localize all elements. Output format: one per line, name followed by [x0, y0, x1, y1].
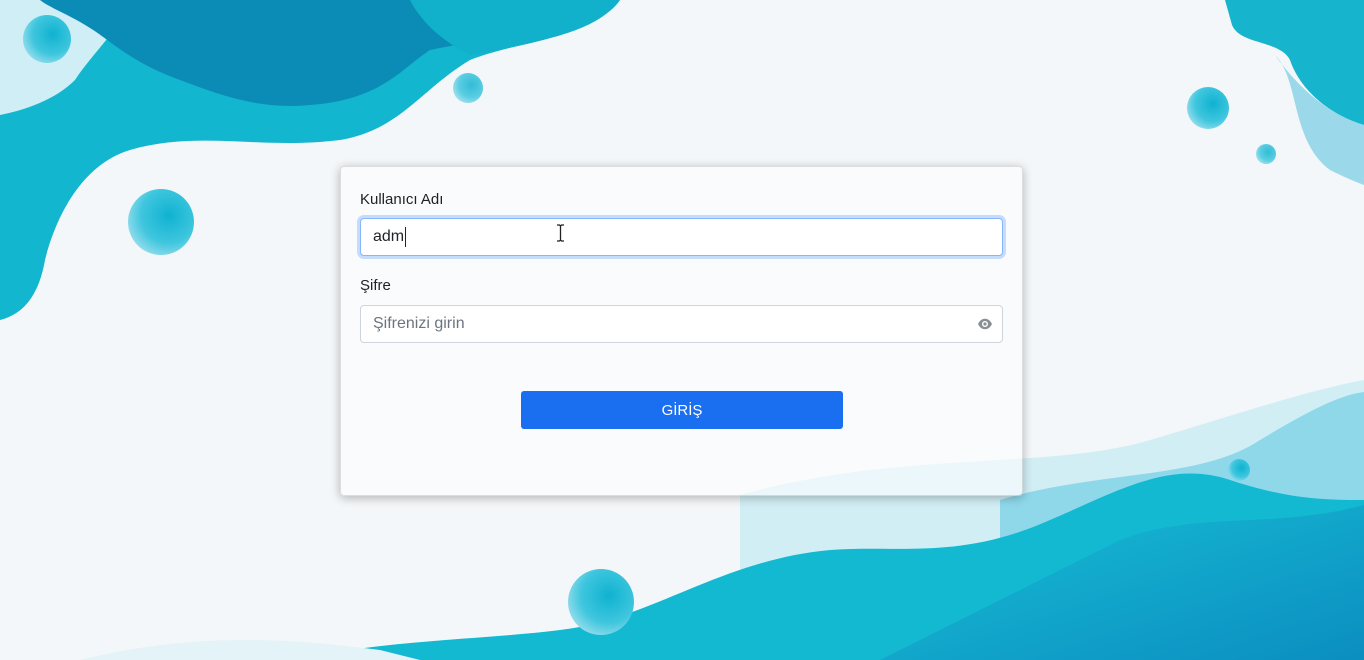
eye-icon[interactable]: [977, 317, 993, 331]
username-input[interactable]: adm: [360, 218, 1003, 256]
username-value: adm: [373, 228, 405, 245]
login-card: Kullanıcı Adı adm Şifre Şifrenizi girin …: [340, 166, 1023, 496]
password-label: Şifre: [360, 277, 391, 294]
text-cursor-icon: [557, 224, 564, 242]
username-label: Kullanıcı Adı: [360, 191, 444, 208]
password-placeholder: Şifrenizi girin: [373, 315, 465, 332]
login-button[interactable]: GİRİŞ: [521, 391, 843, 429]
password-input[interactable]: Şifrenizi girin: [360, 305, 1003, 343]
text-caret: [405, 227, 407, 247]
